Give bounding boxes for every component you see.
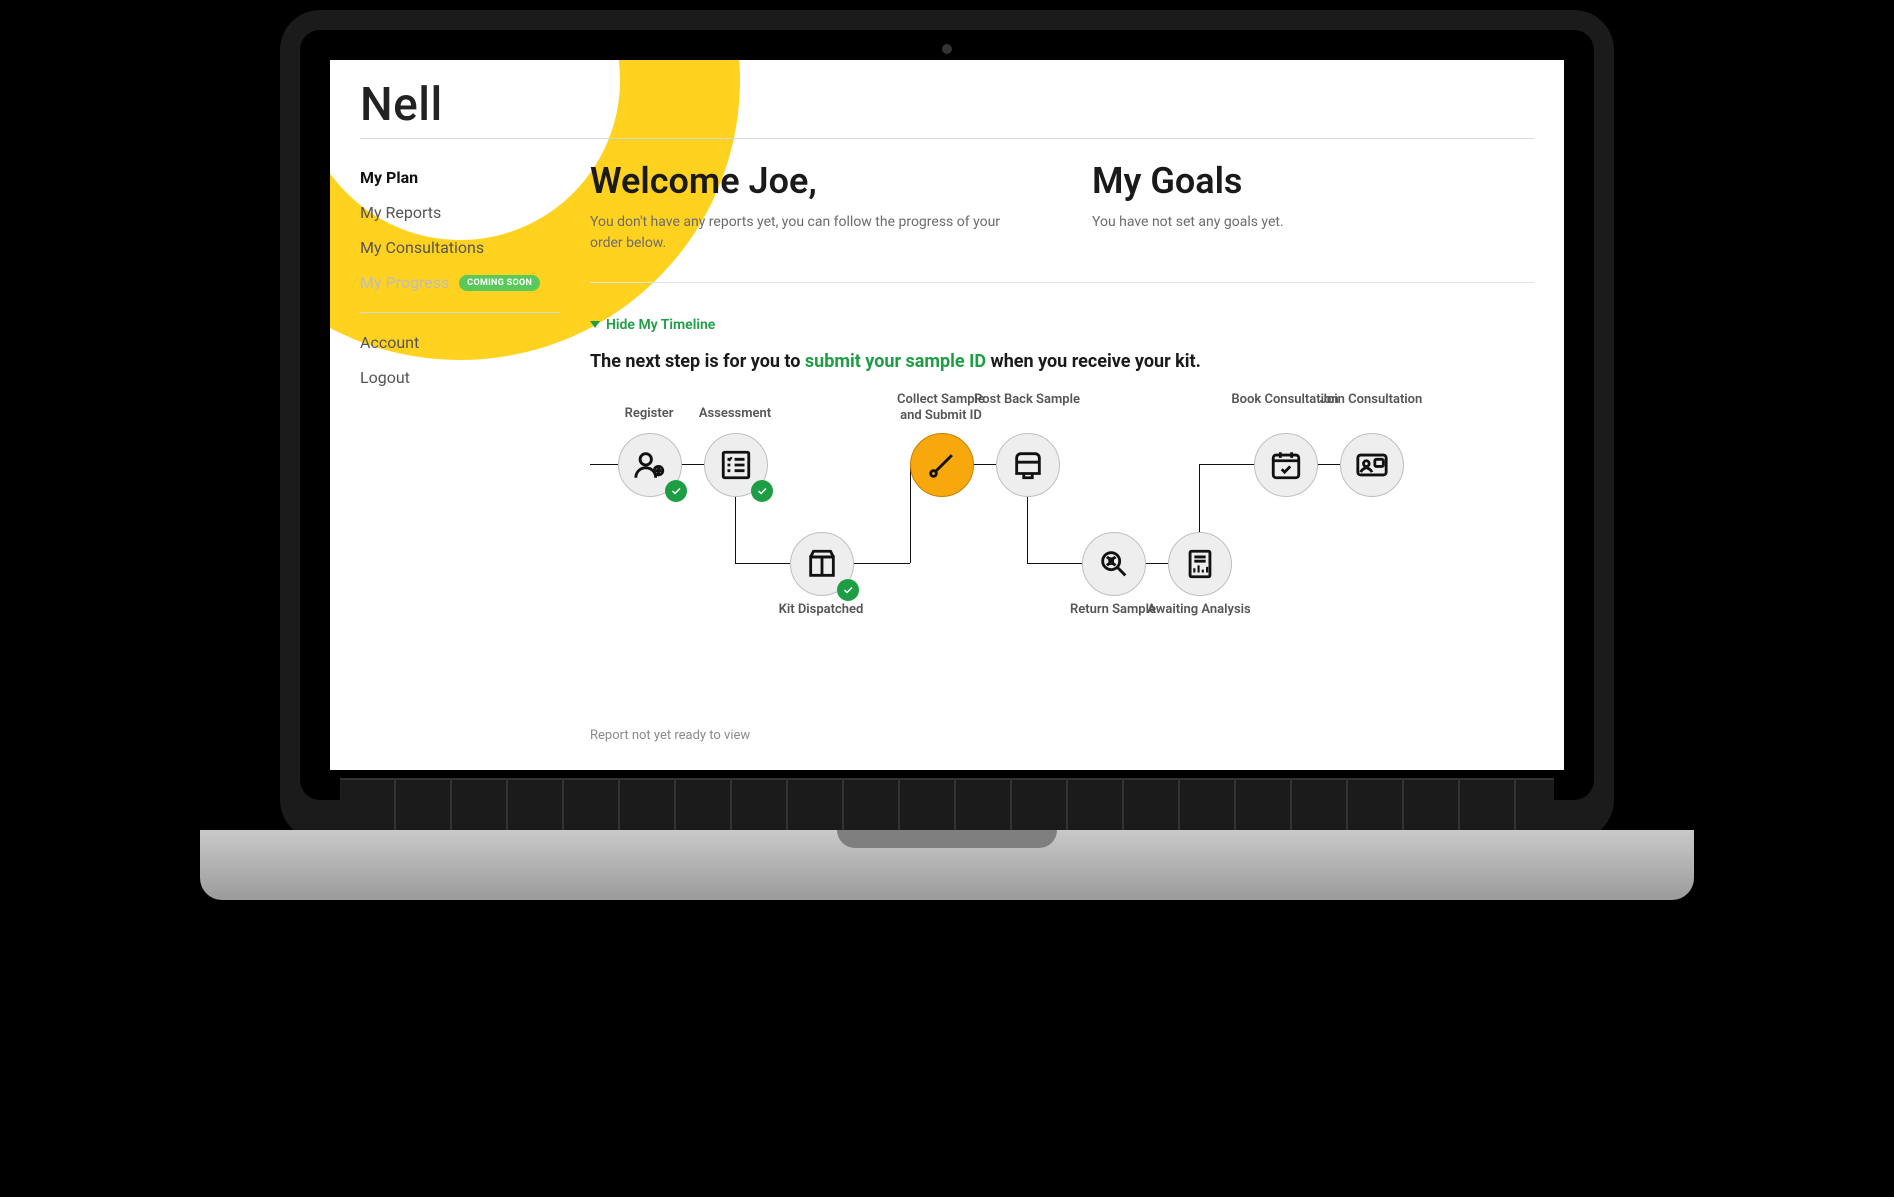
sidebar-item-my-consultations[interactable]: My Consultations bbox=[360, 230, 560, 265]
header-rule bbox=[360, 138, 1534, 139]
sidebar: My Plan My Reports My Consultations My P… bbox=[360, 160, 560, 395]
keyboard-deck bbox=[340, 778, 1554, 834]
timeline-node-awaiting-analysis[interactable] bbox=[1168, 532, 1232, 596]
swab-icon bbox=[925, 448, 959, 482]
timeline-node-post-back[interactable] bbox=[996, 433, 1060, 497]
next-step-sentence: The next step is for you to submit your … bbox=[590, 351, 1534, 372]
sidebar-item-label: My Plan bbox=[360, 168, 418, 187]
check-badge-icon bbox=[751, 480, 773, 502]
report-icon bbox=[1183, 547, 1217, 581]
timeline-label: Post Back Sample bbox=[972, 392, 1082, 408]
connector bbox=[735, 563, 790, 564]
connector bbox=[1027, 495, 1028, 563]
hide-timeline-toggle[interactable]: Hide My Timeline bbox=[590, 317, 715, 333]
dna-search-icon bbox=[1097, 547, 1131, 581]
sidebar-item-my-plan[interactable]: My Plan bbox=[360, 160, 560, 195]
postbox-icon bbox=[1011, 448, 1045, 482]
coming-soon-badge: COMING SOON bbox=[459, 275, 540, 291]
chevron-down-icon bbox=[590, 321, 600, 328]
main-content: Welcome Joe, You don't have any reports … bbox=[590, 160, 1534, 743]
connector bbox=[972, 464, 996, 465]
timeline-label: Kit Dispatched bbox=[766, 602, 876, 618]
sidebar-item-label: My Progress bbox=[360, 273, 449, 292]
connector bbox=[1027, 563, 1082, 564]
brand-logo: Nell bbox=[360, 78, 443, 132]
timeline-node-join-consultation[interactable] bbox=[1340, 433, 1404, 497]
camera-dot bbox=[942, 44, 952, 54]
sidebar-divider bbox=[360, 312, 560, 313]
sidebar-item-my-progress: My Progress COMING SOON bbox=[360, 265, 560, 300]
sidebar-item-label: Account bbox=[360, 333, 419, 352]
connector bbox=[680, 464, 704, 465]
timeline-label: Assessment bbox=[680, 406, 790, 422]
welcome-heading: Welcome Joe, bbox=[590, 160, 1032, 202]
timeline-node-assessment[interactable] bbox=[704, 433, 768, 497]
connector bbox=[1199, 464, 1200, 533]
connector bbox=[590, 464, 618, 465]
sidebar-item-account[interactable]: Account bbox=[360, 325, 560, 360]
sidebar-item-label: Logout bbox=[360, 368, 410, 387]
connector bbox=[1199, 464, 1254, 465]
section-rule bbox=[590, 282, 1534, 283]
connector bbox=[1316, 464, 1340, 465]
timeline: Register Assessment Collect Sample and S… bbox=[590, 398, 1534, 698]
person-add-icon bbox=[633, 448, 667, 482]
package-icon bbox=[805, 547, 839, 581]
checklist-icon bbox=[719, 448, 753, 482]
next-step-prefix: The next step is for you to bbox=[590, 351, 805, 372]
goals-section: My Goals You have not set any goals yet. bbox=[1092, 160, 1534, 254]
connector bbox=[735, 495, 736, 563]
connector bbox=[852, 563, 910, 564]
report-status-note: Report not yet ready to view bbox=[590, 728, 1534, 743]
next-step-highlight[interactable]: submit your sample ID bbox=[805, 351, 986, 372]
goals-heading: My Goals bbox=[1092, 160, 1534, 202]
next-step-suffix: when you receive your kit. bbox=[986, 351, 1201, 372]
timeline-label: Join Consultation bbox=[1316, 392, 1426, 408]
toggle-label: Hide My Timeline bbox=[606, 317, 715, 333]
timeline-label: Awaiting Analysis bbox=[1144, 602, 1254, 618]
trackpad-notch bbox=[837, 830, 1057, 848]
timeline-node-return-sample[interactable] bbox=[1082, 532, 1146, 596]
sidebar-item-label: My Reports bbox=[360, 203, 441, 222]
goals-subtext: You have not set any goals yet. bbox=[1092, 212, 1532, 233]
video-call-icon bbox=[1355, 448, 1389, 482]
welcome-subtext: You don't have any reports yet, you can … bbox=[590, 212, 1030, 254]
sidebar-item-logout[interactable]: Logout bbox=[360, 360, 560, 395]
timeline-node-kit-dispatched[interactable] bbox=[790, 532, 854, 596]
calendar-check-icon bbox=[1269, 448, 1303, 482]
sidebar-item-label: My Consultations bbox=[360, 238, 484, 257]
connector bbox=[1144, 563, 1168, 564]
check-badge-icon bbox=[837, 579, 859, 601]
check-badge-icon bbox=[665, 480, 687, 502]
timeline-node-collect-sample[interactable] bbox=[910, 433, 974, 497]
welcome-section: Welcome Joe, You don't have any reports … bbox=[590, 160, 1032, 254]
connector bbox=[910, 464, 911, 563]
timeline-node-book-consultation[interactable] bbox=[1254, 433, 1318, 497]
sidebar-item-my-reports[interactable]: My Reports bbox=[360, 195, 560, 230]
timeline-node-register[interactable] bbox=[618, 433, 682, 497]
